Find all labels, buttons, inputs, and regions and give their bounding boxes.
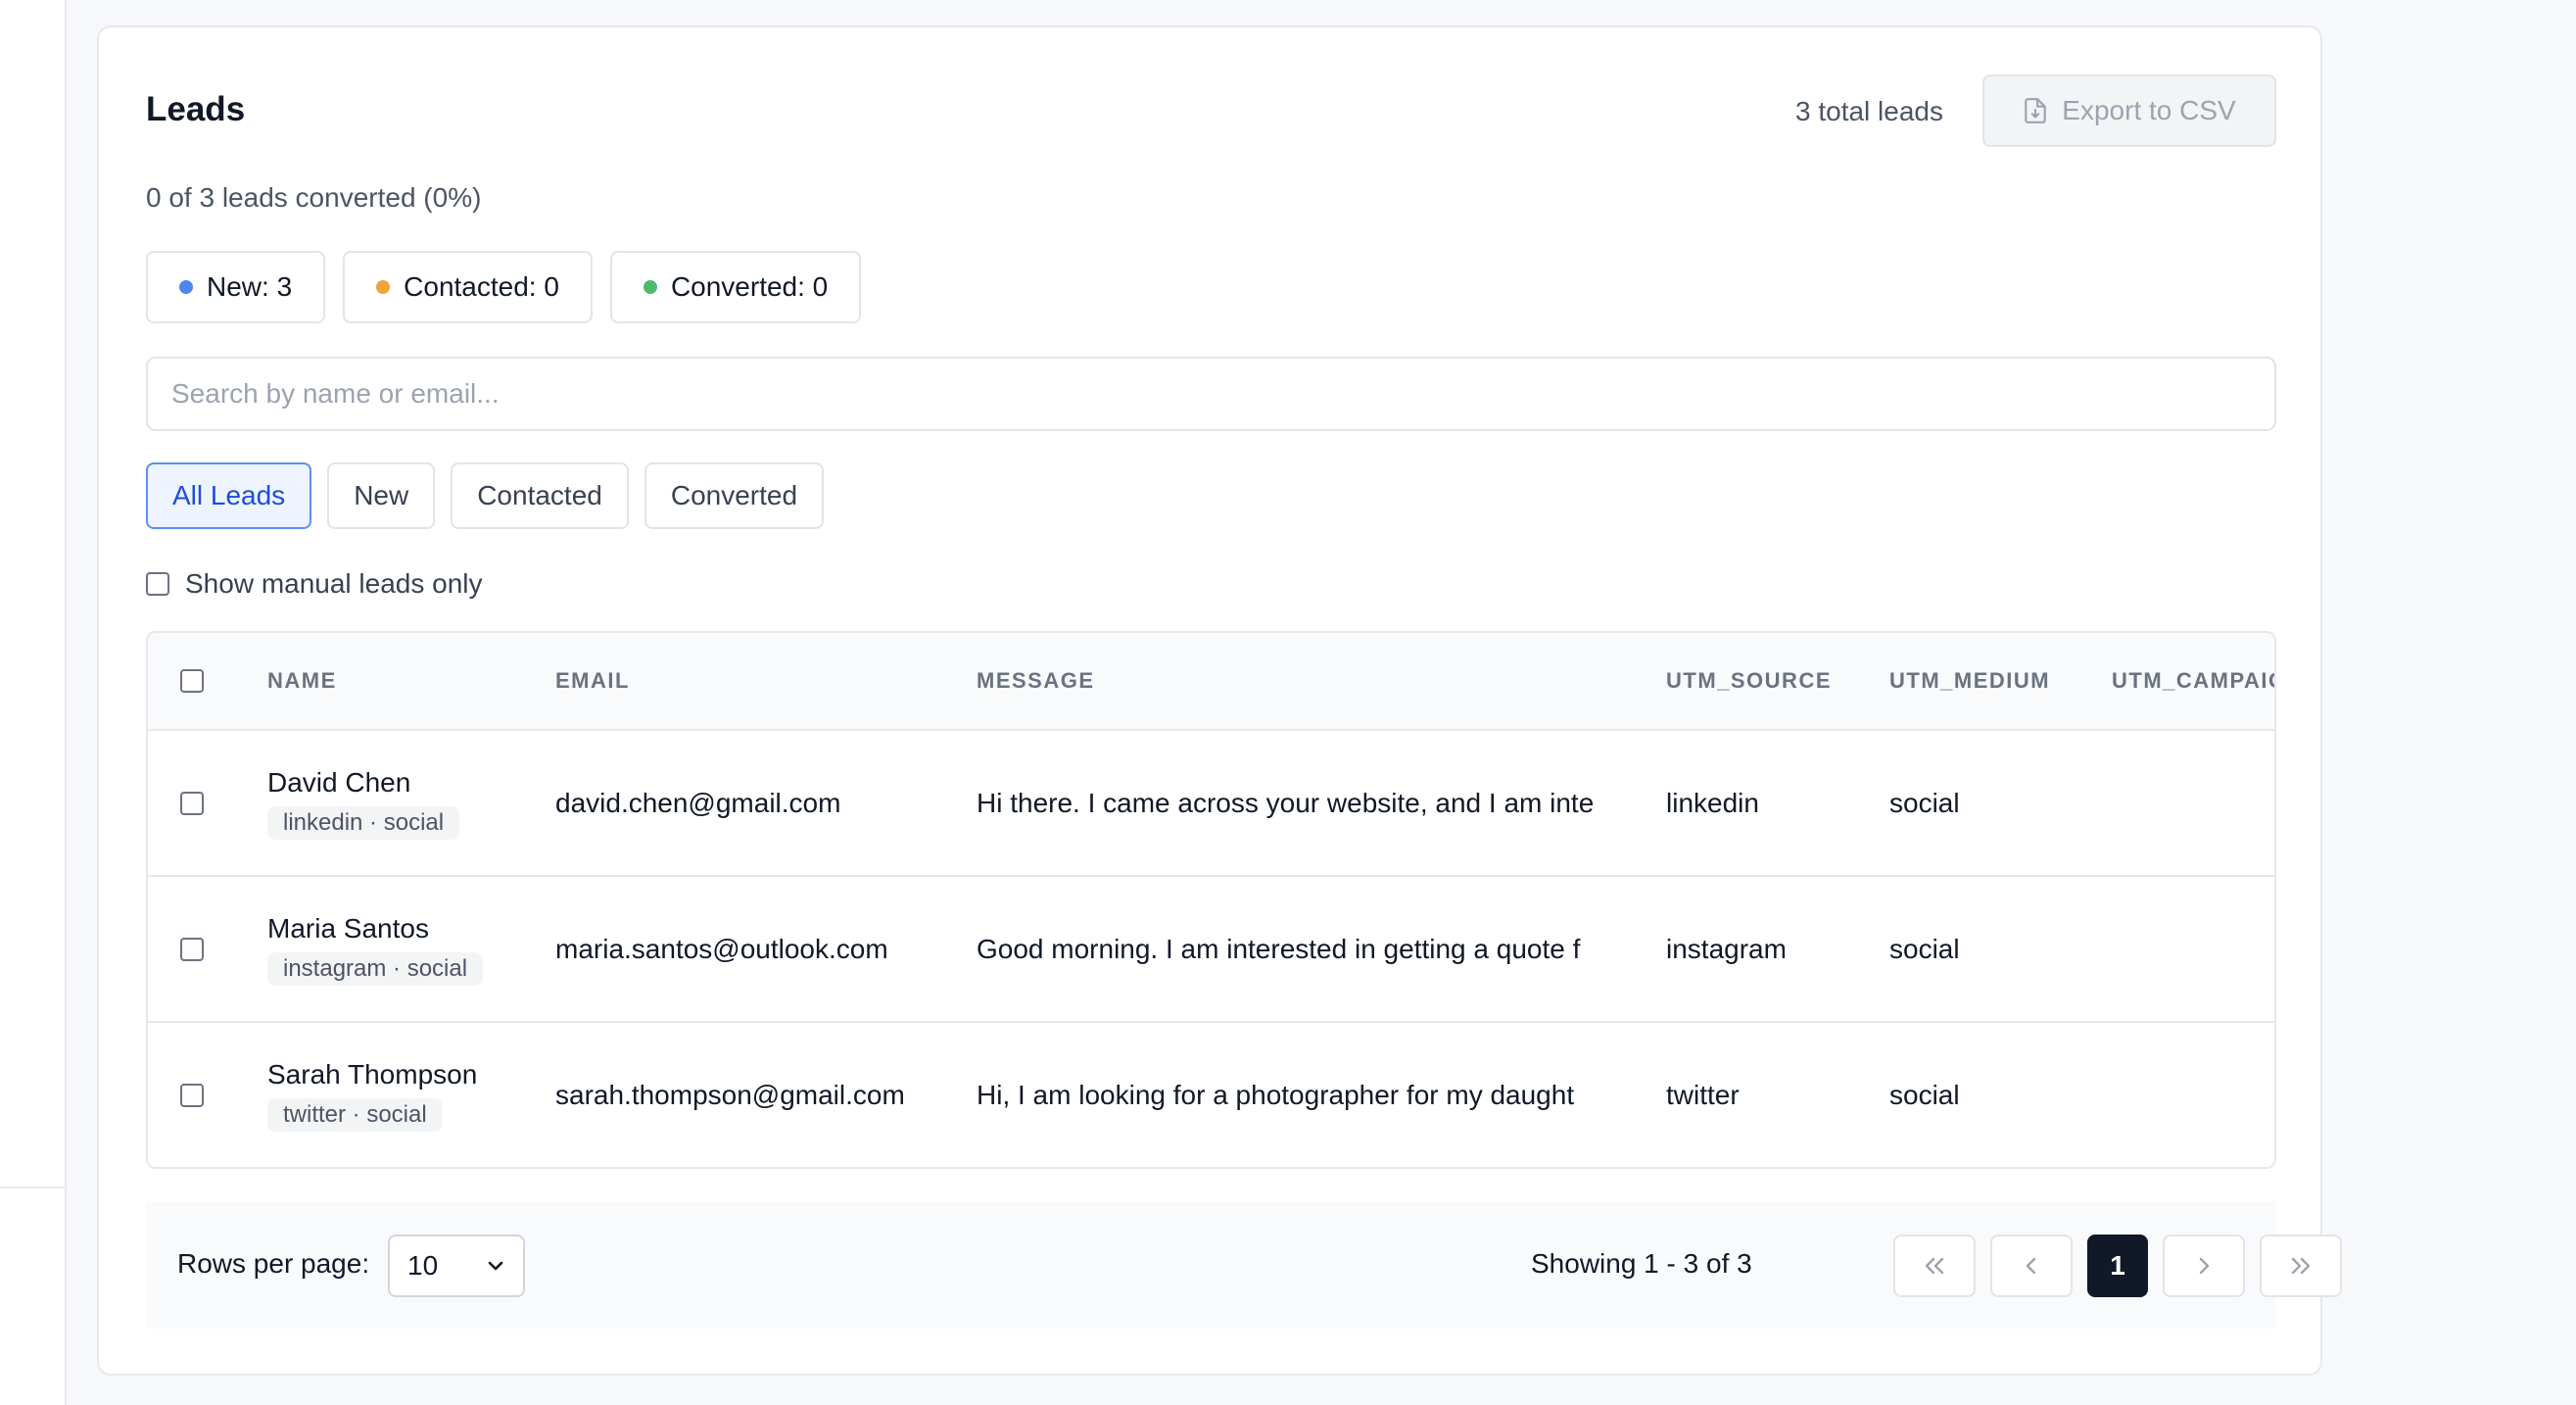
pagination-bar: Rows per page: 10 Showing 1 - 3 of 3 1 bbox=[146, 1201, 2342, 1329]
lead-utm-medium: social bbox=[1889, 787, 1960, 818]
name-cell: David Chen linkedin · social bbox=[267, 731, 460, 875]
status-converted-dot bbox=[643, 280, 657, 294]
status-converted-label: Converted: 0 bbox=[670, 271, 829, 302]
select-all-cell bbox=[180, 633, 204, 729]
column-header-email[interactable]: EMAIL bbox=[555, 633, 630, 729]
lead-message: Hi there. I came across your website, an… bbox=[977, 787, 1595, 818]
lead-message: Hi, I am looking for a photographer for … bbox=[977, 1079, 1575, 1110]
last-page-button[interactable] bbox=[2260, 1235, 2342, 1297]
chevron-left-icon bbox=[2026, 1257, 2036, 1275]
status-contacted-dot bbox=[376, 280, 391, 294]
table-row[interactable]: David Chen linkedin · social david.chen@… bbox=[148, 731, 2274, 877]
showing-range: Showing 1 - 3 of 3 bbox=[1531, 1248, 1752, 1279]
next-page-button[interactable] bbox=[2163, 1235, 2245, 1297]
lead-utm-medium: social bbox=[1889, 1079, 1960, 1110]
previous-page-button[interactable] bbox=[1990, 1235, 2073, 1297]
column-header-utm-medium[interactable]: UTM_MEDIUM bbox=[1889, 633, 2050, 729]
lead-name: David Chen bbox=[267, 766, 411, 798]
row-checkbox[interactable] bbox=[180, 1083, 204, 1107]
tab-converted[interactable]: Converted bbox=[644, 462, 825, 529]
source-tag: instagram · social bbox=[267, 951, 484, 986]
page-title: Leads bbox=[146, 90, 246, 128]
table-row[interactable]: Maria Santos instagram · social maria.sa… bbox=[148, 877, 2274, 1023]
tab-new[interactable]: New bbox=[327, 462, 436, 529]
rows-per-page-value: 10 bbox=[407, 1250, 439, 1281]
status-new-dot bbox=[179, 280, 193, 294]
page-1-button[interactable]: 1 bbox=[2087, 1235, 2148, 1297]
lead-name: Maria Santos bbox=[267, 912, 429, 944]
export-csv-label: Export to CSV bbox=[2062, 95, 2236, 125]
chevron-right-icon bbox=[2199, 1257, 2210, 1275]
column-header-message[interactable]: MESSAGE bbox=[977, 633, 1095, 729]
lead-email: sarah.thompson@gmail.com bbox=[555, 1079, 905, 1110]
first-page-button[interactable] bbox=[1893, 1235, 1976, 1297]
row-checkbox[interactable] bbox=[180, 937, 204, 961]
source-tag: linkedin · social bbox=[267, 805, 460, 840]
rows-per-page-select[interactable]: 10 bbox=[388, 1235, 525, 1297]
lead-utm-source: twitter bbox=[1666, 1079, 1740, 1110]
table-header: NAME EMAIL MESSAGE UTM_SOURCE UTM_MEDIUM… bbox=[148, 633, 2274, 731]
lead-email: maria.santos@outlook.com bbox=[555, 933, 888, 964]
chevrons-right-icon bbox=[2291, 1257, 2311, 1275]
status-counts: New: 3 Contacted: 0 Converted: 0 bbox=[146, 251, 862, 323]
search-input[interactable] bbox=[146, 357, 2276, 431]
table-row[interactable]: Sarah Thompson twitter · social sarah.th… bbox=[148, 1023, 2274, 1167]
column-header-utm-source[interactable]: UTM_SOURCE bbox=[1666, 633, 1832, 729]
name-cell: Sarah Thompson twitter · social bbox=[267, 1023, 477, 1167]
manual-leads-filter: Show manual leads only bbox=[146, 568, 483, 600]
filter-tabs: All Leads New Contacted Converted bbox=[146, 462, 825, 529]
tab-all-leads[interactable]: All Leads bbox=[146, 462, 312, 529]
manual-leads-label: Show manual leads only bbox=[185, 568, 483, 599]
status-converted: Converted: 0 bbox=[609, 251, 862, 323]
row-select-cell bbox=[180, 877, 204, 1021]
conversion-summary: 0 of 3 leads converted (0%) bbox=[146, 182, 482, 213]
status-contacted: Contacted: 0 bbox=[343, 251, 593, 323]
lead-utm-medium: social bbox=[1889, 933, 1960, 964]
row-select-cell bbox=[180, 731, 204, 875]
leads-table: NAME EMAIL MESSAGE UTM_SOURCE UTM_MEDIUM… bbox=[146, 631, 2276, 1169]
manual-leads-checkbox[interactable] bbox=[146, 572, 169, 596]
source-tag: twitter · social bbox=[267, 1097, 443, 1132]
sidebar bbox=[0, 0, 67, 1405]
lead-utm-source: linkedin bbox=[1666, 787, 1759, 818]
lead-message: Good morning. I am interested in getting… bbox=[977, 933, 1581, 964]
lead-email: david.chen@gmail.com bbox=[555, 787, 841, 818]
column-header-utm-campaign[interactable]: UTM_CAMPAIG bbox=[2112, 633, 2274, 729]
rows-per-page-label: Rows per page: bbox=[177, 1248, 370, 1279]
name-cell: Maria Santos instagram · social bbox=[267, 877, 484, 1021]
lead-name: Sarah Thompson bbox=[267, 1058, 478, 1090]
lead-utm-source: instagram bbox=[1666, 933, 1787, 964]
chevron-down-icon bbox=[488, 1261, 503, 1271]
leads-card: Leads 3 total leads Export to CSV 0 of 3… bbox=[97, 25, 2342, 1376]
status-new: New: 3 bbox=[146, 251, 326, 323]
row-select-cell bbox=[180, 1023, 204, 1167]
export-csv-button[interactable]: Export to CSV bbox=[1982, 74, 2276, 147]
status-contacted-label: Contacted: 0 bbox=[404, 271, 559, 302]
chevrons-left-icon bbox=[1925, 1257, 1944, 1275]
sidebar-divider bbox=[0, 1187, 65, 1188]
status-new-label: New: 3 bbox=[207, 271, 293, 302]
column-header-name[interactable]: NAME bbox=[267, 633, 337, 729]
tab-contacted[interactable]: Contacted bbox=[451, 462, 629, 529]
row-checkbox[interactable] bbox=[180, 791, 204, 815]
select-all-checkbox[interactable] bbox=[180, 669, 204, 693]
file-export-icon bbox=[2025, 98, 2047, 123]
total-leads-count: 3 total leads bbox=[1795, 96, 1943, 126]
